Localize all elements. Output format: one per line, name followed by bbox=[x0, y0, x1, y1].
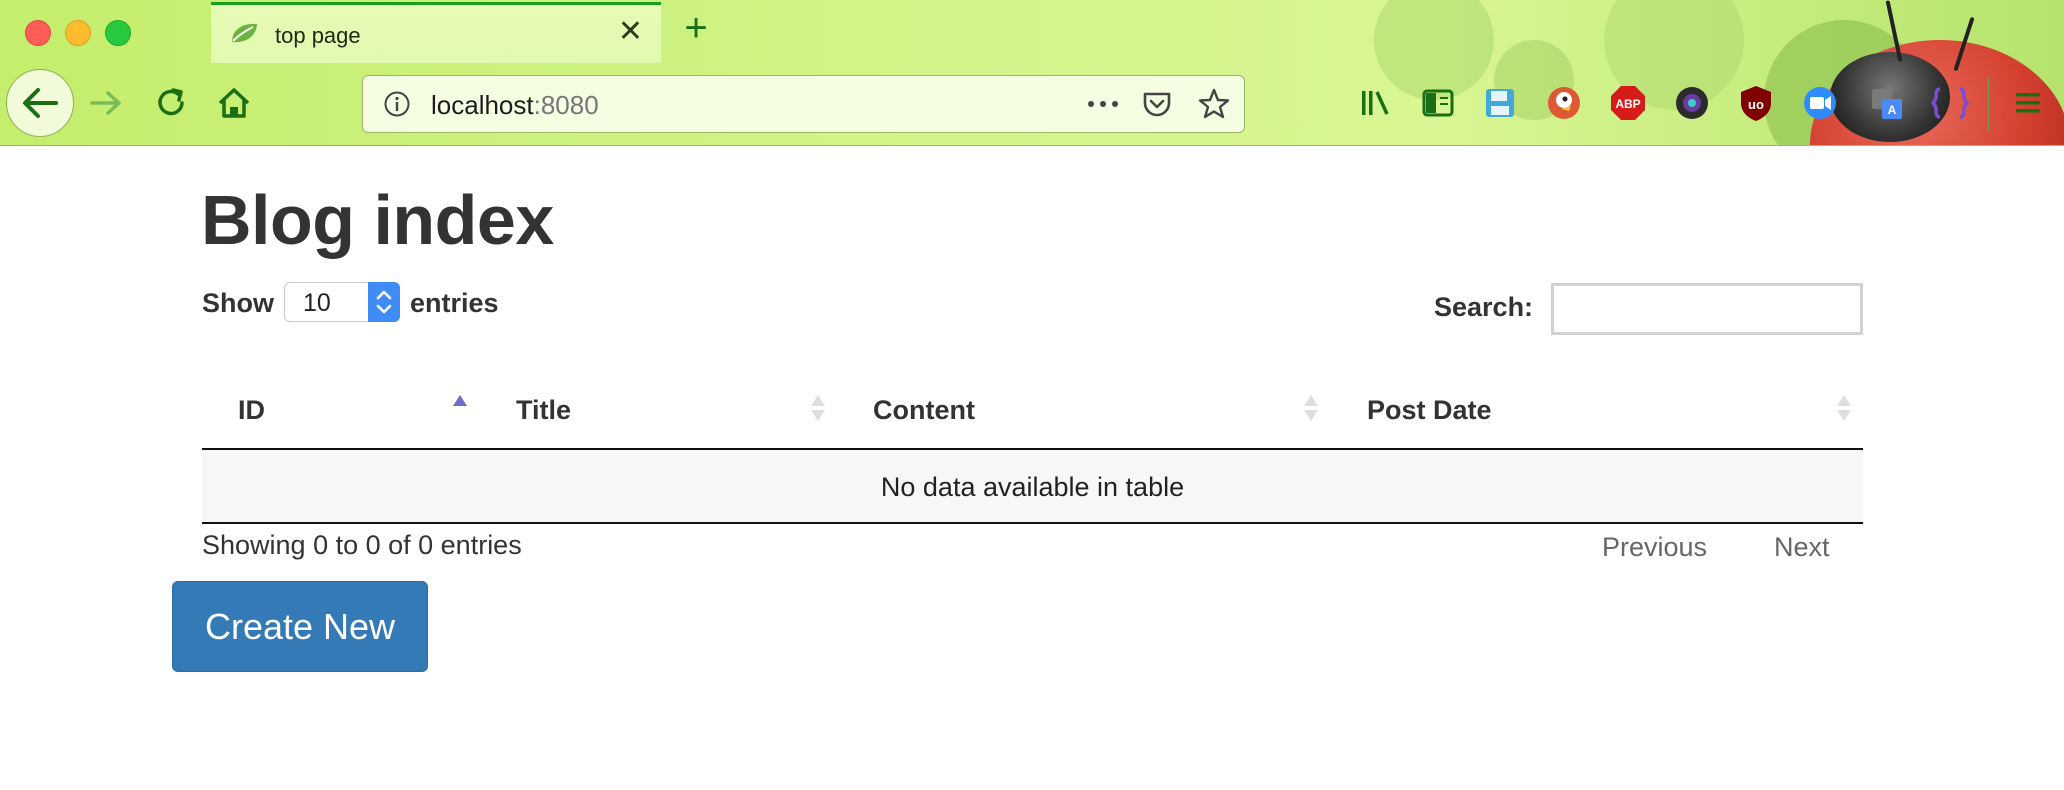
svg-text:A: A bbox=[1888, 103, 1897, 117]
forward-icon[interactable] bbox=[86, 83, 126, 123]
duckduckgo-icon[interactable] bbox=[1544, 83, 1584, 123]
search-label: Search: bbox=[1434, 292, 1534, 322]
previous-page-button[interactable]: Previous bbox=[1602, 532, 1707, 563]
adblock-plus-label: ABP bbox=[1615, 97, 1640, 111]
tab-top-page[interactable]: top page ✕ bbox=[211, 2, 661, 63]
column-header-title[interactable]: Title bbox=[480, 370, 837, 448]
entries-per-page-value: 10 bbox=[303, 289, 331, 317]
tab-strip: top page ✕ + bbox=[0, 0, 2064, 63]
column-header-label: Content bbox=[873, 395, 975, 425]
entries-label: entries bbox=[410, 288, 499, 318]
more-icon[interactable] bbox=[1085, 90, 1121, 118]
entries-per-page-select[interactable]: 10 bbox=[284, 282, 400, 322]
column-header-label: ID bbox=[238, 395, 265, 425]
navigation-toolbar: localhost:8080 ABP uo A bbox=[0, 63, 2064, 146]
sort-both-icon bbox=[1837, 395, 1851, 421]
url-port: :8080 bbox=[533, 90, 599, 120]
sort-both-icon bbox=[1304, 395, 1318, 421]
back-button[interactable] bbox=[6, 69, 74, 137]
column-header-label: Title bbox=[516, 395, 572, 425]
column-header-id[interactable]: ID bbox=[202, 370, 480, 448]
ublock-label: uo bbox=[1748, 97, 1764, 112]
column-header-post-date[interactable]: Post Date bbox=[1331, 370, 1863, 448]
show-label: Show bbox=[202, 288, 274, 318]
zoom-icon[interactable] bbox=[1800, 83, 1840, 123]
maximize-window-button[interactable] bbox=[105, 20, 131, 46]
browser-chrome: top page ✕ + localhost:8080 ABP uo A bbox=[0, 0, 2064, 250]
ublock-icon[interactable]: uo bbox=[1736, 83, 1776, 123]
table-row: No data available in table bbox=[202, 450, 1863, 524]
extension-icon[interactable] bbox=[1930, 83, 1970, 123]
menu-icon[interactable] bbox=[2008, 83, 2048, 123]
chevron-updown-icon bbox=[376, 290, 392, 314]
close-tab-icon[interactable]: ✕ bbox=[618, 17, 643, 47]
url-host: localhost bbox=[431, 90, 534, 120]
create-new-label: Create New bbox=[204, 606, 396, 647]
new-tab-button[interactable]: + bbox=[676, 8, 716, 52]
reload-icon[interactable] bbox=[151, 83, 191, 123]
blog-table: ID Title Content Post Date No data avail… bbox=[202, 370, 1863, 524]
sort-ascending-icon bbox=[453, 395, 467, 406]
minimize-window-button[interactable] bbox=[65, 20, 91, 46]
spring-leaf-icon bbox=[232, 23, 257, 43]
search-input[interactable] bbox=[1551, 283, 1863, 335]
tab-title: top page bbox=[275, 23, 361, 48]
create-new-button[interactable]: Create New bbox=[172, 581, 428, 672]
sidebar-icon[interactable] bbox=[1418, 83, 1458, 123]
close-window-button[interactable] bbox=[25, 20, 51, 46]
url-text[interactable]: localhost:8080 bbox=[431, 90, 599, 121]
column-header-label: Post Date bbox=[1367, 395, 1492, 425]
sort-both-icon bbox=[811, 395, 825, 421]
library-icon[interactable] bbox=[1356, 83, 1396, 123]
next-page-button[interactable]: Next bbox=[1774, 532, 1830, 563]
pocket-icon[interactable] bbox=[1141, 88, 1173, 120]
empty-table-message: No data available in table bbox=[880, 472, 1185, 502]
url-bar[interactable]: localhost:8080 bbox=[362, 75, 1245, 133]
select-stepper[interactable] bbox=[368, 282, 400, 322]
page-title: Blog index bbox=[201, 181, 554, 259]
adblock-plus-icon[interactable]: ABP bbox=[1608, 83, 1648, 123]
column-header-content[interactable]: Content bbox=[837, 370, 1331, 448]
back-icon bbox=[23, 88, 58, 118]
info-icon[interactable] bbox=[383, 90, 411, 118]
page-content: Blog index Show 10 entries Search: ID Ti… bbox=[0, 146, 2064, 790]
toolbar-divider bbox=[1988, 77, 1989, 131]
table-info: Showing 0 to 0 of 0 entries bbox=[202, 530, 522, 560]
camera-icon[interactable] bbox=[1672, 83, 1712, 123]
bookmark-star-icon[interactable] bbox=[1197, 87, 1231, 121]
save-icon[interactable] bbox=[1480, 83, 1520, 123]
table-header-row: ID Title Content Post Date bbox=[202, 370, 1863, 450]
translate-icon[interactable]: A bbox=[1866, 83, 1906, 123]
home-icon[interactable] bbox=[214, 83, 254, 123]
